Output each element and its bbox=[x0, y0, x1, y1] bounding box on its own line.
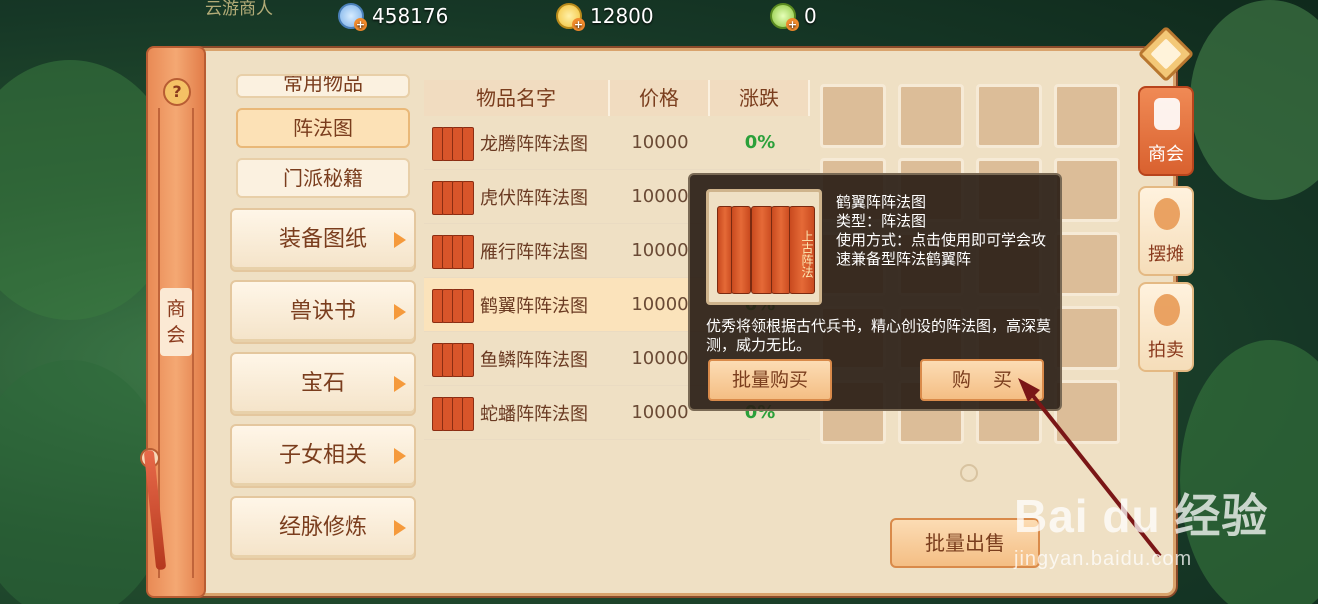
table-row[interactable]: 龙腾阵阵法图 10000 0% bbox=[424, 116, 810, 170]
item-name-cell: 虎伏阵阵法图 bbox=[424, 177, 610, 217]
item-name: 鱼鳞阵阵法图 bbox=[480, 349, 588, 371]
expand-arrow-icon bbox=[394, 304, 406, 320]
item-name-cell: 鱼鳞阵阵法图 bbox=[424, 339, 610, 379]
tab-label: 摆摊 bbox=[1148, 244, 1184, 265]
item-name: 鹤翼阵阵法图 bbox=[480, 295, 588, 317]
tab-label: 拍卖 bbox=[1148, 340, 1184, 361]
jade-amount: 0 bbox=[804, 4, 817, 28]
category-children[interactable]: 子女相关 bbox=[230, 424, 416, 488]
formation-scroll-icon bbox=[430, 177, 474, 217]
expand-arrow-icon bbox=[394, 232, 406, 248]
category-list: 常用物品 阵法图 门派秘籍 装备图纸 兽诀书 宝石 子女相关 经脉修炼 bbox=[230, 74, 416, 568]
category-beast-skill-books[interactable]: 兽诀书 bbox=[230, 280, 416, 344]
item-name: 鹤翼阵阵法图 bbox=[836, 193, 927, 211]
category-sect-manuals[interactable]: 门派秘籍 bbox=[236, 158, 410, 198]
gold-currency[interactable]: + 12800 bbox=[556, 3, 654, 31]
category-label: 兽诀书 bbox=[289, 299, 356, 324]
category-label: 经脉修炼 bbox=[278, 515, 367, 540]
market-icon bbox=[1154, 98, 1180, 130]
npc-title: 云游商人 bbox=[205, 0, 273, 19]
expand-arrow-icon bbox=[394, 520, 406, 536]
header-item-name: 物品名字 bbox=[424, 80, 610, 116]
category-label: 宝石 bbox=[300, 371, 345, 396]
header-price: 价格 bbox=[610, 80, 710, 116]
tab-stall[interactable]: 摆摊 bbox=[1138, 186, 1194, 276]
watermark-logo: Bai du 经验 bbox=[1014, 490, 1269, 542]
inventory-slot[interactable] bbox=[1054, 158, 1120, 222]
silver-amount: 458176 bbox=[372, 4, 449, 28]
item-name: 雁行阵阵法图 bbox=[480, 241, 588, 263]
item-usage: 使用方式：点击使用即可学会攻速兼备型阵法鹤翼阵 bbox=[836, 231, 1047, 268]
inventory-slot[interactable] bbox=[820, 84, 886, 148]
category-label: 子女相关 bbox=[278, 443, 367, 468]
inventory-slot[interactable] bbox=[976, 84, 1042, 148]
formation-scroll-icon bbox=[430, 231, 474, 271]
tab-auction[interactable]: 拍卖 bbox=[1138, 282, 1194, 372]
inventory-slot[interactable] bbox=[1054, 84, 1120, 148]
table-header: 物品名字 价格 涨跌 bbox=[424, 80, 810, 116]
category-gems[interactable]: 宝石 bbox=[230, 352, 416, 416]
category-formation-maps[interactable]: 阵法图 bbox=[236, 108, 410, 148]
item-price: 10000 bbox=[631, 132, 689, 153]
jade-coin-icon: + bbox=[770, 3, 799, 31]
auction-icon bbox=[1154, 294, 1180, 326]
top-bar: 云游商人 + 458176 + 12800 + 0 bbox=[0, 0, 1318, 34]
formation-scroll-icon bbox=[430, 285, 474, 325]
item-name-cell: 龙腾阵阵法图 bbox=[424, 123, 610, 163]
baidu-watermark: Bai du 经验 jingyan.baidu.com bbox=[1014, 480, 1268, 571]
item-thumbnail: 上古阵法 bbox=[706, 189, 822, 305]
help-button[interactable]: ? bbox=[163, 78, 191, 106]
item-name-cell: 蛇蟠阵阵法图 bbox=[424, 393, 610, 433]
tab-label: 商会 bbox=[1148, 144, 1184, 165]
item-info: 鹤翼阵阵法图 类型：阵法图 使用方式：点击使用即可学会攻速兼备型阵法鹤翼阵 bbox=[836, 193, 1054, 269]
thumbnail-label: 上古阵法 bbox=[789, 206, 815, 294]
gold-coin-icon: + bbox=[556, 3, 585, 31]
header-change: 涨跌 bbox=[710, 80, 810, 116]
item-name: 虎伏阵阵法图 bbox=[480, 187, 588, 209]
buy-button[interactable]: 购 买 bbox=[920, 359, 1044, 401]
formation-scroll-icon bbox=[430, 123, 474, 163]
category-common-items[interactable]: 常用物品 bbox=[236, 74, 410, 98]
batch-buy-button[interactable]: 批量购买 bbox=[708, 359, 832, 401]
item-type: 类型：阵法图 bbox=[836, 212, 927, 230]
item-name-cell: 雁行阵阵法图 bbox=[424, 231, 610, 271]
formation-scroll-icon bbox=[430, 339, 474, 379]
category-label: 装备图纸 bbox=[278, 227, 367, 252]
expand-arrow-icon bbox=[394, 448, 406, 464]
category-equipment-blueprints[interactable]: 装备图纸 bbox=[230, 208, 416, 272]
item-name-cell: 鹤翼阵阵法图 bbox=[424, 285, 610, 325]
background-foliage bbox=[0, 360, 170, 604]
category-meridian-training[interactable]: 经脉修炼 bbox=[230, 496, 416, 560]
item-detail-popup: 上古阵法 鹤翼阵阵法图 类型：阵法图 使用方式：点击使用即可学会攻速兼备型阵法鹤… bbox=[688, 173, 1062, 411]
formation-scroll-icon bbox=[430, 393, 474, 433]
tab-market[interactable]: 商会 bbox=[1138, 86, 1194, 176]
stall-icon bbox=[1154, 198, 1180, 230]
inventory-slot[interactable] bbox=[1054, 232, 1120, 296]
page-indicator bbox=[960, 464, 978, 482]
gold-amount: 12800 bbox=[590, 4, 654, 28]
inventory-slot[interactable] bbox=[1054, 306, 1120, 370]
panel-title: 商会 bbox=[160, 288, 192, 356]
item-name: 蛇蟠阵阵法图 bbox=[480, 403, 588, 425]
jade-currency[interactable]: + 0 bbox=[770, 3, 817, 31]
item-description: 优秀将领根据古代兵书，精心创设的阵法图，高深莫测，威力无比。 bbox=[706, 317, 1052, 354]
item-name: 龙腾阵阵法图 bbox=[480, 133, 588, 155]
silver-coin-icon: + bbox=[338, 3, 367, 31]
inventory-slot[interactable] bbox=[898, 84, 964, 148]
expand-arrow-icon bbox=[394, 376, 406, 392]
silver-currency[interactable]: + 458176 bbox=[338, 3, 449, 31]
item-change: 0% bbox=[744, 132, 776, 153]
inventory-slot[interactable] bbox=[1054, 380, 1120, 444]
watermark-url: jingyan.baidu.com bbox=[1014, 548, 1193, 570]
